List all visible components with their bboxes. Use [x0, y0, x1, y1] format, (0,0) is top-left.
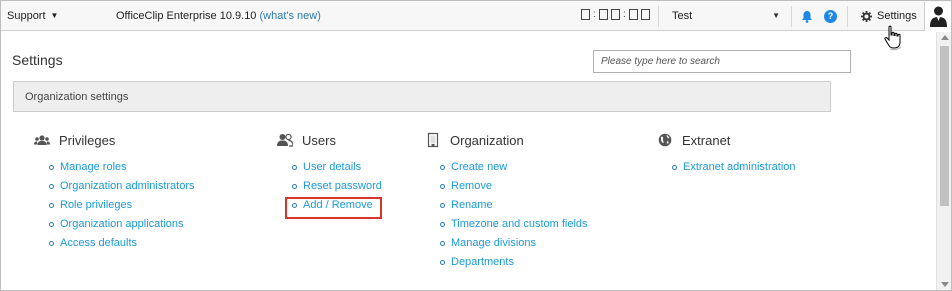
- timezone-custom-fields-link[interactable]: Timezone and custom fields: [451, 218, 588, 230]
- section-header: Privileges: [34, 132, 195, 148]
- reset-password-link[interactable]: Reset password: [303, 180, 382, 192]
- link-list: Extranet administration: [671, 161, 796, 180]
- support-menu[interactable]: Support ▼: [7, 10, 58, 22]
- role-privileges-link[interactable]: Role privileges: [60, 199, 132, 211]
- org-select[interactable]: Test ▼: [672, 10, 780, 22]
- main-content: Settings Organization settings Privilege…: [1, 32, 936, 290]
- settings-button[interactable]: Settings: [861, 10, 917, 22]
- list-item: Organization administrators: [48, 180, 195, 199]
- divider: [791, 6, 792, 27]
- section-title: Organization: [450, 132, 524, 148]
- top-bar: Support ▼ OfficeClip Enterprise 10.9.10 (…: [1, 1, 951, 31]
- hand-cursor-icon: [884, 25, 902, 51]
- link-list: Manage roles Organization administrators…: [48, 161, 195, 256]
- list-item: Remove: [439, 180, 588, 199]
- app-version: OfficeClip Enterprise 10.9.10: [116, 10, 257, 22]
- list-item: Manage roles: [48, 161, 195, 180]
- create-new-link[interactable]: Create new: [451, 161, 507, 173]
- list-item: Manage divisions: [439, 237, 588, 256]
- user-details-link[interactable]: User details: [303, 161, 361, 173]
- list-item: Timezone and custom fields: [439, 218, 588, 237]
- link-list: Create new Remove Rename Timezone and cu…: [439, 161, 588, 275]
- timer-digit: [611, 9, 620, 20]
- timer-digit: [641, 9, 650, 20]
- organization-applications-link[interactable]: Organization applications: [60, 218, 184, 230]
- list-item: Departments: [439, 256, 588, 275]
- section-title: Users: [302, 132, 336, 148]
- section-header: Users: [277, 132, 382, 148]
- gear-icon: [861, 10, 872, 22]
- list-item: User details: [291, 161, 382, 180]
- scroll-down-icon[interactable]: [941, 282, 949, 287]
- section-organization: Organization Create new Remove Rename Ti…: [425, 132, 588, 275]
- support-label: Support: [7, 10, 46, 22]
- section-header: Extranet: [657, 132, 796, 148]
- app-name: OfficeClip Enterprise 10.9.10 (what's ne…: [116, 10, 321, 22]
- bell-icon[interactable]: [801, 10, 813, 23]
- user-pair-icon: [277, 133, 293, 147]
- list-item: Access defaults: [48, 237, 195, 256]
- access-defaults-link[interactable]: Access defaults: [60, 237, 137, 249]
- caret-down-icon: ▼: [50, 11, 59, 20]
- timer-digit: [629, 9, 638, 20]
- caret-down-icon: ▼: [772, 11, 780, 20]
- timer-digit: [581, 9, 590, 20]
- timer-display: ::: [581, 9, 650, 20]
- scrollbar-thumb[interactable]: [940, 46, 949, 206]
- remove-link[interactable]: Remove: [451, 180, 492, 192]
- vertical-scrollbar[interactable]: [936, 32, 951, 290]
- help-icon[interactable]: ?: [824, 10, 837, 23]
- search-input[interactable]: [593, 50, 851, 73]
- organization-administrators-link[interactable]: Organization administrators: [60, 180, 195, 192]
- settings-label: Settings: [877, 10, 917, 22]
- organization-settings-bar[interactable]: Organization settings: [13, 81, 831, 112]
- org-select-value: Test: [672, 10, 693, 22]
- section-privileges: Privileges Manage roles Organization adm…: [34, 132, 195, 256]
- highlight-box: [285, 197, 382, 219]
- building-icon: [427, 132, 439, 148]
- section-extranet: Extranet Extranet administration: [657, 132, 796, 180]
- manage-roles-link[interactable]: Manage roles: [60, 161, 127, 173]
- list-item: Create new: [439, 161, 588, 180]
- scroll-up-icon[interactable]: [941, 35, 949, 40]
- list-item: Rename: [439, 199, 588, 218]
- list-item: Role privileges: [48, 199, 195, 218]
- divider: [847, 6, 848, 27]
- list-item: Organization applications: [48, 218, 195, 237]
- rename-link[interactable]: Rename: [451, 199, 493, 211]
- list-item: Extranet administration: [671, 161, 796, 180]
- page-title: Settings: [12, 52, 63, 68]
- users-group-icon: [34, 135, 50, 145]
- user-icon: [930, 6, 947, 27]
- section-title: Privileges: [59, 132, 116, 148]
- manage-divisions-link[interactable]: Manage divisions: [451, 237, 536, 249]
- timer-digit: [599, 9, 608, 20]
- avatar[interactable]: [924, 2, 951, 31]
- whats-new-link[interactable]: (what's new): [260, 10, 321, 22]
- section-title: Extranet: [682, 132, 731, 148]
- divider: [658, 6, 659, 27]
- extranet-administration-link[interactable]: Extranet administration: [683, 161, 796, 173]
- globe-icon: [658, 133, 672, 147]
- section-header: Organization: [425, 132, 588, 148]
- departments-link[interactable]: Departments: [451, 256, 514, 268]
